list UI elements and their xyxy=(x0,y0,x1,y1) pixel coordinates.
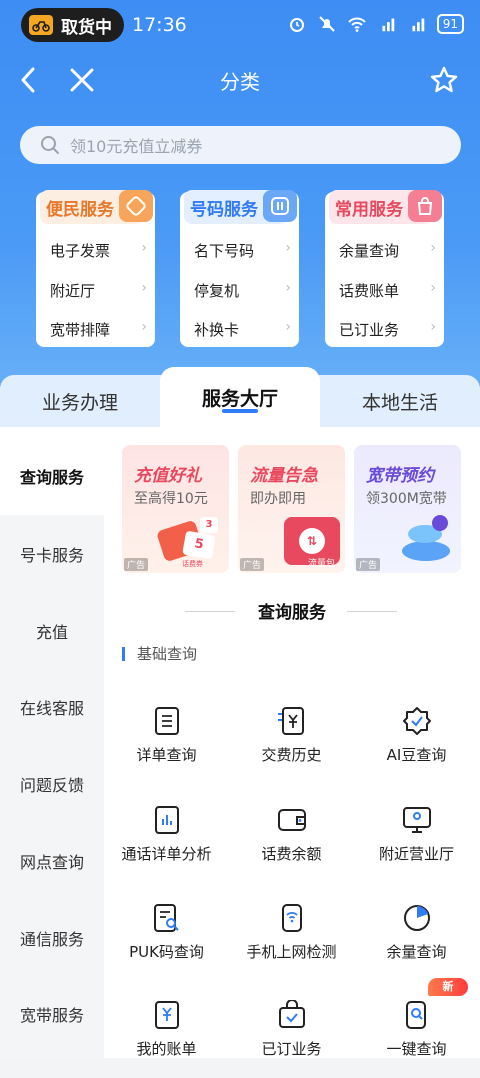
search-input[interactable]: 领10元充值立减券 xyxy=(20,126,461,164)
yen-bill-icon xyxy=(150,998,184,1032)
clock: 17:36 xyxy=(132,14,187,36)
coupon-number: 5 xyxy=(182,530,216,560)
grid-item-one-click-query[interactable]: 一键查询 xyxy=(354,998,479,1078)
card-item-bill[interactable]: 话费账单 › xyxy=(339,280,436,301)
number-service-card: 号码服务 名下号码 › 停复机 › 补换卡 › xyxy=(180,190,299,347)
chevron-right-icon: › xyxy=(141,280,147,296)
yen-receipt-icon xyxy=(275,704,309,738)
chevron-right-icon: › xyxy=(430,280,436,296)
card-item-subscribed[interactable]: 已订业务 › xyxy=(339,319,436,340)
sidebar-item-feedback[interactable]: 问题反馈 xyxy=(0,745,104,823)
chevron-right-icon: › xyxy=(430,319,436,335)
new-badge: 新 xyxy=(428,978,468,996)
bag-check-icon xyxy=(275,998,309,1032)
subsection-title: 基础查询 xyxy=(122,647,197,662)
convenience-service-card: 便民服务 电子发票 › 附近厅 › 宽带排障 › xyxy=(36,190,155,347)
badge-check-icon xyxy=(400,704,434,738)
status-bar: 取货中 17:36 91 xyxy=(0,0,480,50)
divider xyxy=(347,611,397,612)
number-icon xyxy=(263,190,297,222)
sidebar-item-broadband[interactable]: 宽带服务 xyxy=(0,975,104,1053)
card-item-replace-sim[interactable]: 补换卡 › xyxy=(194,319,291,340)
sidebar-item-card-label[interactable]: 号卡服务 xyxy=(0,515,104,593)
search-icon xyxy=(41,136,59,154)
grid-item-remaining-quota[interactable]: 余量查询 xyxy=(354,901,479,981)
battery-indicator: 91 xyxy=(436,14,464,34)
chevron-right-icon: › xyxy=(141,240,147,256)
card-item-nearby-hall[interactable]: 附近厅 › xyxy=(50,280,147,301)
grid-item-ai-beans[interactable]: AI豆查询 xyxy=(354,704,479,784)
coupon-graphic: 5 3 xyxy=(156,515,218,563)
chevron-right-icon: › xyxy=(285,319,291,335)
chevron-right-icon: › xyxy=(285,280,291,296)
pie-chart-icon xyxy=(400,901,434,935)
page-title: 分类 xyxy=(220,70,260,94)
grid-item-payment-history[interactable]: 交费历史 xyxy=(229,704,354,784)
coupon-number-small: 3 xyxy=(200,517,218,533)
grid-item-detail-query[interactable]: 详单查询 xyxy=(104,704,229,784)
common-service-card: 常用服务 余量查询 › 话费账单 › 已订业务 › xyxy=(325,190,444,347)
mute-bell-icon xyxy=(317,15,337,33)
promo-recharge[interactable]: 充值好礼 至高得10元 5 3 话费券 广告 xyxy=(122,445,229,573)
promo-broadband[interactable]: 宽带预约 领300M宽带 广告 xyxy=(354,445,461,573)
tab-service-hall[interactable]: 服务大厅 xyxy=(160,367,320,427)
grid-item-nearby-outlet[interactable]: 附近营业厅 xyxy=(354,803,479,883)
data-pack-label: 流量包 xyxy=(308,559,336,569)
sidebar-item-telecom[interactable]: 通信服务 xyxy=(0,899,104,977)
tab-local-life[interactable]: 本地生活 xyxy=(320,375,480,427)
list-doc-icon xyxy=(150,704,184,738)
active-tab-indicator xyxy=(222,409,258,413)
alarm-icon xyxy=(287,15,307,33)
star-icon xyxy=(430,66,458,93)
phone-wifi-icon xyxy=(275,901,309,935)
wifi-icon xyxy=(347,15,367,33)
section-title: 查询服务 xyxy=(258,603,326,623)
pickup-label: 取货中 xyxy=(61,17,112,38)
broadband-graphic xyxy=(398,515,456,565)
grid-item-balance[interactable]: 话费余额 xyxy=(229,803,354,883)
title-bar: 分类 xyxy=(0,54,480,106)
coupon-label: 话费券 xyxy=(182,560,203,568)
pickup-pill[interactable]: 取货中 xyxy=(21,8,124,42)
signal-4g-icon-2 xyxy=(407,15,427,33)
card-item-balance[interactable]: 余量查询 › xyxy=(339,240,436,261)
chevron-right-icon: › xyxy=(141,319,147,335)
sidebar-item-query-label[interactable]: 查询服务 xyxy=(0,437,104,515)
grid-item-call-analysis[interactable]: 通话详单分析 xyxy=(104,803,229,883)
chevron-right-icon: › xyxy=(430,240,436,256)
sidebar-item-recharge[interactable]: 充值 xyxy=(0,592,104,670)
search-placeholder: 领10元充值立减券 xyxy=(70,137,203,156)
card-item-my-numbers[interactable]: 名下号码 › xyxy=(194,240,291,261)
signal-4g-icon xyxy=(377,15,397,33)
card-item-broadband-repair[interactable]: 宽带排障 › xyxy=(50,319,147,340)
card-item-invoice[interactable]: 电子发票 › xyxy=(50,240,147,261)
grid-item-puk-query[interactable]: PUK码查询 xyxy=(104,901,229,981)
bar-chart-doc-icon xyxy=(150,803,184,837)
grid-item-subscribed[interactable]: 已订业务 xyxy=(229,998,354,1078)
phone-search-icon xyxy=(400,998,434,1032)
promo-data[interactable]: 流量告急 即办即用 ⇅ 流量包 广告 xyxy=(238,445,345,573)
ticket-icon xyxy=(119,190,153,222)
grid-item-my-bill[interactable]: 我的账单 xyxy=(104,998,229,1078)
wallet-icon xyxy=(275,803,309,837)
card-item-suspend-resume[interactable]: 停复机 › xyxy=(194,280,291,301)
tab-business[interactable]: 业务办理 xyxy=(0,375,160,427)
sidebar-item-online-support[interactable]: 在线客服 xyxy=(0,668,104,746)
favorite-button[interactable] xyxy=(428,64,460,96)
chevron-right-icon: › xyxy=(285,240,291,256)
sidebar-item-outlet[interactable]: 网点查询 xyxy=(0,822,104,900)
location-monitor-icon xyxy=(400,803,434,837)
grid-item-network-check[interactable]: 手机上网检测 xyxy=(229,901,354,981)
doc-search-icon xyxy=(150,901,184,935)
shopping-bag-icon xyxy=(408,190,442,222)
delivery-bike-icon xyxy=(29,15,53,35)
